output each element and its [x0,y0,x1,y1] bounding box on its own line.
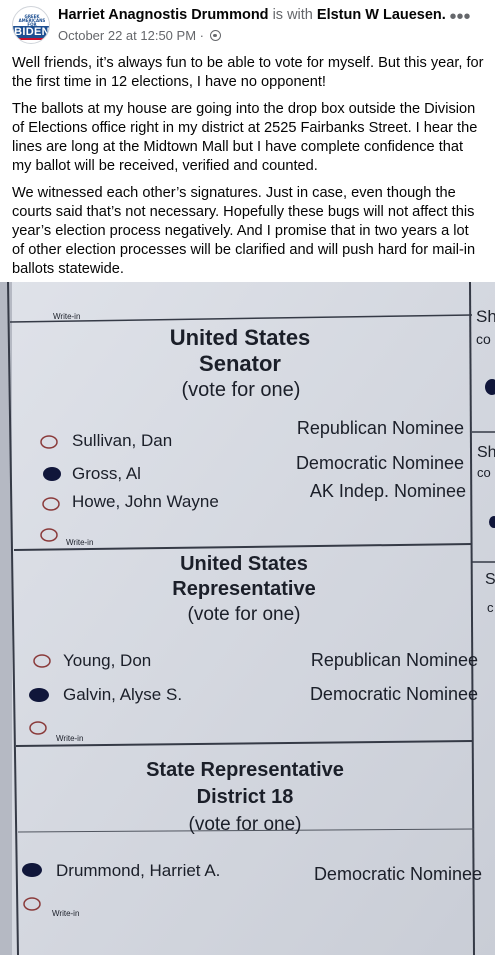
adjacent-column-text: S [485,571,495,588]
candidate-party: Democratic Nominee [310,684,478,704]
race-title: United States [170,325,311,350]
ballot-photo[interactable]: Write-in Write-in Write-in Write-in Unit… [0,282,495,955]
candidate-party: Republican Nominee [297,418,464,438]
more-options-icon[interactable]: ••• [449,7,471,34]
candidate-name: Gross, Al [72,464,141,483]
author-name-link[interactable]: Harriet Anagnostis Drummond [58,7,269,23]
candidate-name: Young, Don [63,651,151,670]
race-title: State Representative [146,759,344,781]
candidate-party: Democratic Nominee [314,864,482,884]
avatar-logo-text: BIDEN [13,26,50,38]
post-text: Well friends, it’s always fun to be able… [12,54,484,287]
adjacent-column-text: co [476,331,491,347]
race-title: District 18 [197,786,294,808]
tagged-person-link[interactable]: Elstun W Lauesen. [317,7,446,23]
adjacent-column-text: Sh [476,307,495,326]
vote-oval-filled[interactable] [22,863,42,877]
race-title: United States [180,553,308,575]
writein-label: Write-in [53,312,80,321]
race-instruction: (vote for one) [188,604,301,625]
vote-oval-filled[interactable] [29,688,49,702]
author-line: Harriet Anagnostis Drummond is with Elst… [58,7,446,23]
race-title: Representative [172,578,315,600]
writein-label: Write-in [52,909,79,918]
candidate-name: Galvin, Alyse S. [63,685,182,704]
timestamp-link[interactable]: October 22 at 12:50 PM [58,28,196,43]
adjacent-column-text: Sh [477,444,495,461]
adjacent-column-text: c [487,600,494,615]
candidate-party: Democratic Nominee [296,453,464,473]
adjacent-column-text: co [477,465,491,480]
post-meta: October 22 at 12:50 PM · [58,28,221,43]
race-instruction: (vote for one) [189,814,302,835]
ballot-image: Write-in Write-in Write-in Write-in Unit… [0,282,495,955]
candidate-name: Howe, John Wayne [72,492,219,511]
candidate-party: Republican Nominee [311,650,478,670]
candidate-name: Sullivan, Dan [72,431,172,450]
writein-label: Write-in [56,734,83,743]
post-paragraph: We witnessed each other’s signatures. Ju… [12,185,476,277]
avatar[interactable]: GREEK AMERICANS FOR BIDEN [12,6,50,44]
race-title: Senator [199,351,281,376]
candidate-name: Drummond, Harriet A. [56,861,220,880]
post-paragraph: The ballots at my house are going into t… [12,101,478,174]
writein-label: Write-in [66,538,93,547]
race-instruction: (vote for one) [182,379,301,401]
post-header: GREEK AMERICANS FOR BIDEN Harriet Anagno… [0,0,495,48]
with-text: is with [272,7,313,23]
meta-separator: · [199,28,204,43]
globe-icon [209,30,221,41]
candidate-party: AK Indep. Nominee [310,481,466,501]
avatar-stripe [13,38,49,40]
vote-oval-filled[interactable] [43,467,61,481]
post-paragraph: Well friends, it’s always fun to be able… [12,55,484,90]
